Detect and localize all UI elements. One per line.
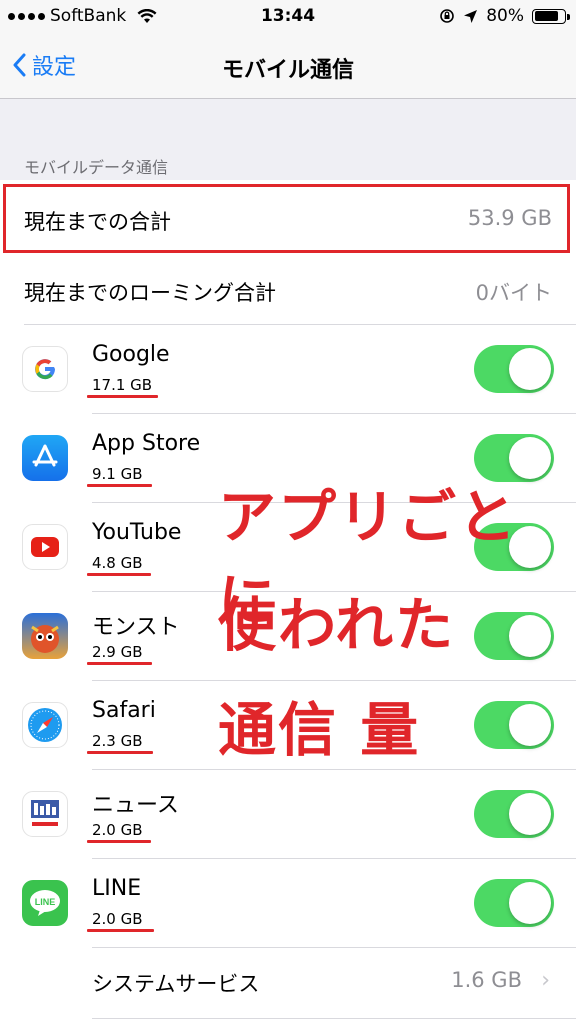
news-data-toggle[interactable] (474, 790, 554, 838)
app-usage: 2.0 GB (92, 821, 143, 839)
annotation-line-3: 通信 量 (218, 696, 421, 764)
app-usage: 2.0 GB (92, 910, 143, 928)
app-name: Safari (92, 698, 156, 723)
app-store-icon (22, 435, 68, 481)
system-services-value: 1.6 GB (451, 968, 522, 992)
monst-icon (22, 613, 68, 659)
app-row-news: ニュース 2.0 GB (0, 770, 576, 858)
usage-underline (87, 395, 158, 398)
yahoo-news-icon (22, 791, 68, 837)
app-name: YouTube (92, 520, 182, 545)
page-title: モバイル通信 (221, 58, 354, 83)
status-bar: SoftBank 13:44 80% (0, 0, 576, 34)
app-name: App Store (92, 431, 201, 456)
location-icon (464, 9, 478, 23)
toggle-knob (509, 882, 551, 924)
safari-icon (22, 702, 68, 748)
divider (92, 1018, 576, 1019)
google-icon (22, 346, 68, 392)
roaming-usage-row: 現在までのローミング合計 0バイト (0, 256, 576, 324)
battery-percent: 80% (486, 6, 524, 26)
roaming-usage-value: 0バイト (475, 281, 552, 305)
app-usage: 9.1 GB (92, 465, 143, 483)
app-name: モンスト (92, 615, 180, 640)
app-row-google: Google 17.1 GB (0, 325, 576, 413)
usage-underline (87, 840, 151, 843)
line-data-toggle[interactable] (474, 879, 554, 927)
annotation-line-2: 使われた (218, 591, 456, 659)
google-data-toggle[interactable] (474, 345, 554, 393)
navigation-bar: 設定 モバイル通信 (0, 34, 576, 99)
usage-underline (87, 751, 153, 754)
app-usage: 17.1 GB (92, 376, 153, 394)
roaming-usage-label: 現在までのローミング合計 (24, 281, 276, 305)
system-services-label: システムサービス (92, 972, 260, 996)
youtube-icon (22, 524, 68, 570)
usage-underline (87, 573, 151, 576)
app-usage: 2.3 GB (92, 732, 143, 750)
section-header: モバイルデータ通信 (24, 158, 169, 177)
usage-underline (87, 929, 154, 932)
status-right: 80% (439, 6, 570, 26)
toggle-knob (509, 793, 551, 835)
system-services-row[interactable]: システムサービス 1.6 GB › (0, 948, 576, 1018)
orientation-lock-icon (440, 9, 455, 23)
app-name: LINE (92, 876, 142, 901)
toggle-knob (509, 704, 551, 746)
line-icon: LINE (22, 880, 68, 926)
svg-text:LINE: LINE (35, 897, 56, 907)
highlight-box (3, 184, 570, 253)
usage-underline (87, 484, 152, 487)
app-usage: 4.8 GB (92, 554, 143, 572)
battery-icon (532, 8, 570, 24)
toggle-knob (509, 348, 551, 390)
app-row-line: LINE LINE 2.0 GB (0, 859, 576, 947)
usage-underline (87, 662, 152, 665)
app-name: Google (92, 342, 170, 367)
app-name: ニュース (92, 793, 179, 818)
app-usage: 2.9 GB (92, 643, 143, 661)
safari-data-toggle[interactable] (474, 701, 554, 749)
chevron-right-icon: › (541, 968, 550, 993)
